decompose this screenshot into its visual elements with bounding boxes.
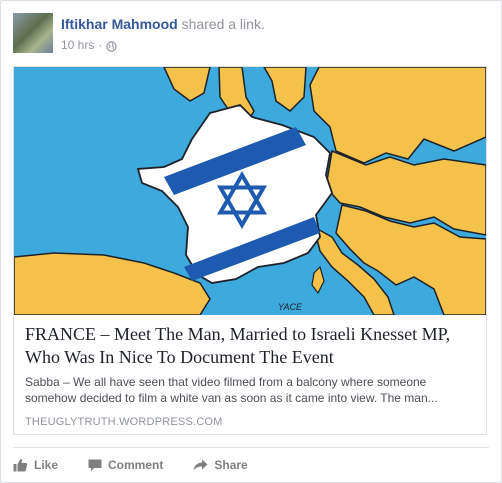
action-text: shared a link. <box>181 16 265 32</box>
post-headline: Iftikhar Mahmood shared a link. <box>61 15 265 33</box>
author-link[interactable]: Iftikhar Mahmood <box>61 16 178 32</box>
like-button[interactable]: Like <box>13 458 58 472</box>
feed-post: Iftikhar Mahmood shared a link. 10 hrs · <box>0 0 502 483</box>
thumbs-up-icon <box>13 458 28 472</box>
meta-separator: · <box>98 38 103 52</box>
post-meta: 10 hrs · <box>61 37 118 53</box>
share-label: Share <box>214 458 248 472</box>
post-header: Iftikhar Mahmood shared a link. 10 hrs · <box>13 13 489 55</box>
comment-label: Comment <box>108 458 164 472</box>
link-image[interactable]: YACE <box>14 67 486 315</box>
image-signature: YACE <box>278 302 303 312</box>
link-preview[interactable]: YACE FRANCE – Meet The Man, Married to I… <box>13 66 487 435</box>
like-label: Like <box>34 458 59 472</box>
comment-button[interactable]: Comment <box>88 458 163 472</box>
link-domain: THEUGLYTRUTH.WORDPRESS.COM <box>25 416 223 428</box>
timestamp[interactable]: 10 hrs <box>61 37 94 53</box>
globe-icon[interactable] <box>106 40 118 52</box>
link-title[interactable]: FRANCE – Meet The Man, Married to Israel… <box>25 323 477 369</box>
share-arrow-icon <box>193 459 208 471</box>
avatar[interactable] <box>13 13 53 53</box>
share-button[interactable]: Share <box>193 458 248 472</box>
comment-icon <box>88 459 102 471</box>
link-description: Sabba – We all have seen that video film… <box>25 375 438 405</box>
post-actions: Like Comment Share <box>13 447 489 482</box>
